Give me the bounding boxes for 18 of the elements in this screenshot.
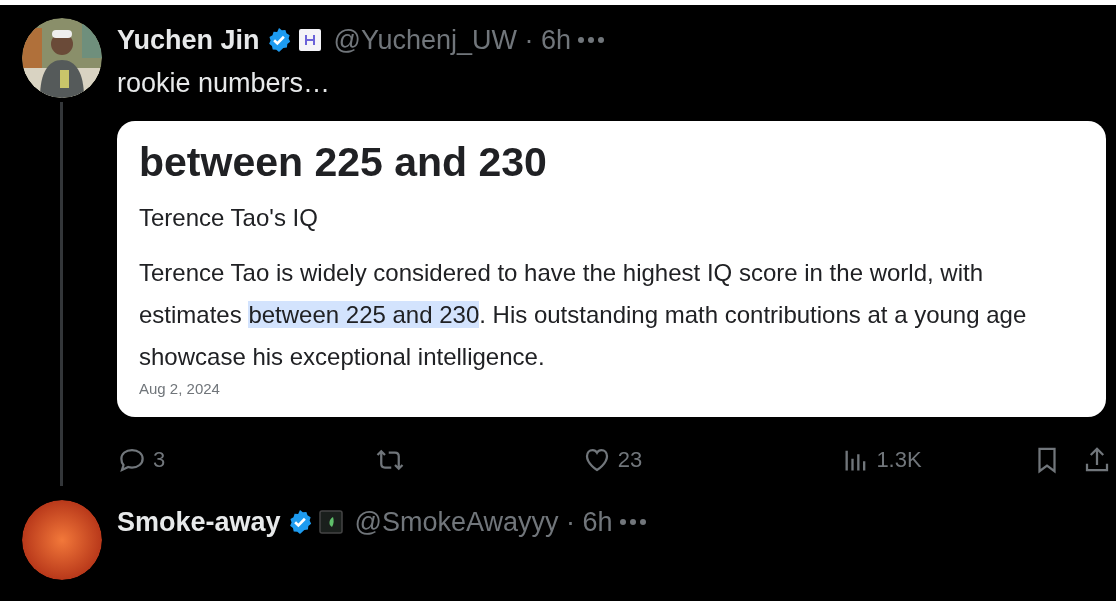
answer-heading: between 225 and 230: [139, 139, 548, 187]
author-name[interactable]: Yuchen Jin: [117, 24, 260, 56]
tweet-text: rookie numbers…: [117, 67, 332, 100]
author-name[interactable]: Smoke-away: [117, 506, 281, 538]
like-count[interactable]: 23: [617, 447, 643, 474]
handle-and-time[interactable]: @Yuchenj_UW · 6h: [333, 24, 572, 56]
answer-card[interactable]: [117, 121, 1106, 418]
answer-date: Aug 2, 2024: [139, 380, 221, 398]
answer-subtitle: Terence Tao's IQ: [139, 204, 319, 233]
affiliation-badge-icon[interactable]: [318, 510, 343, 535]
handle-and-time[interactable]: @SmokeAwayyy · 6h: [354, 506, 613, 538]
affiliation-badge-icon[interactable]: [297, 28, 322, 52]
reply-count[interactable]: 3: [153, 447, 166, 474]
answer-paragraph: Terence Tao is widely considered to have the highest IQ score in the world, with estimates between 225 and 230. His outstanding math contributions at a young age showcase his exceptional intelligence.: [139, 258, 1028, 373]
more-options-icon[interactable]: [577, 36, 606, 44]
views-count[interactable]: 1.3K: [876, 447, 922, 474]
more-options-icon[interactable]: [618, 518, 647, 527]
avatar-icon[interactable]: [21, 500, 102, 581]
